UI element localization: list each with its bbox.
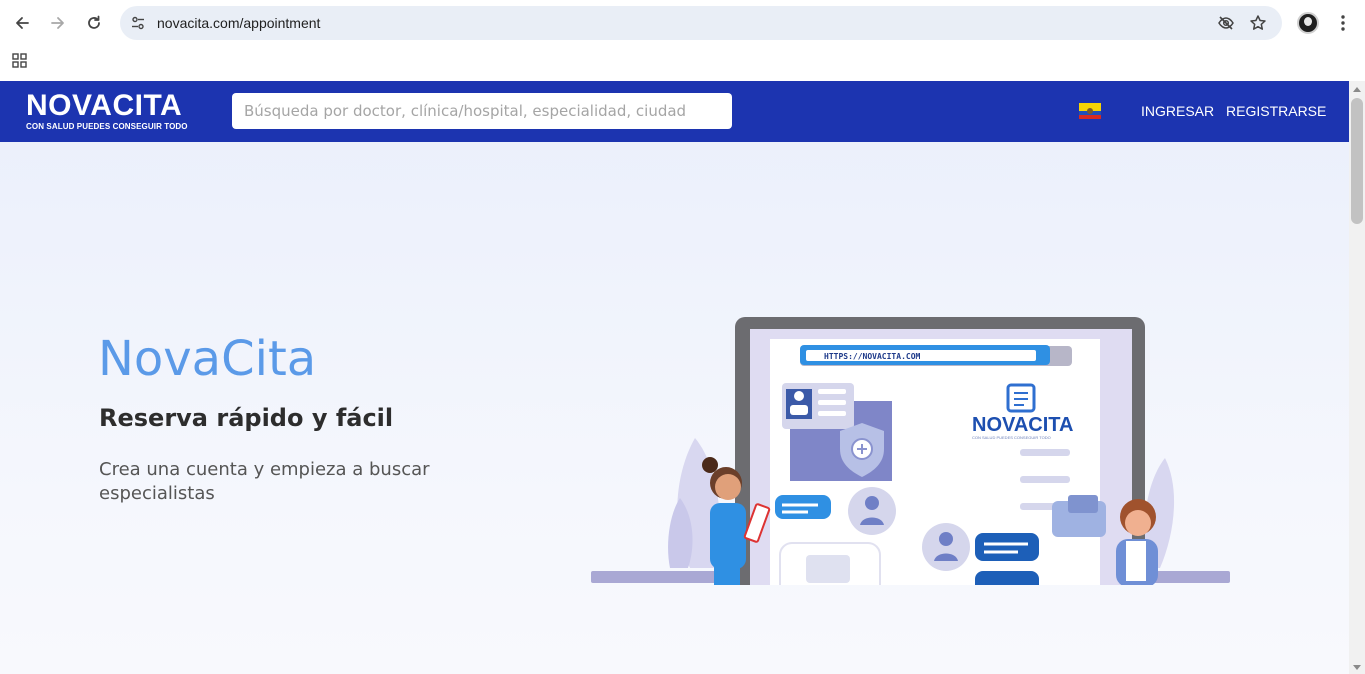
scroll-down-icon[interactable] bbox=[1353, 665, 1361, 670]
illustration-logo-text: NOVACITA bbox=[972, 414, 1073, 436]
site-header: NOVACITA CON SALUD PUEDES CONSEGUIR TODO… bbox=[0, 81, 1349, 142]
logo-wordmark: NOVACITA bbox=[26, 89, 183, 122]
page-scrollbar[interactable] bbox=[1349, 81, 1365, 674]
site-settings-icon[interactable] bbox=[128, 13, 148, 33]
apps-grid-icon[interactable] bbox=[12, 53, 28, 69]
logo-tagline: CON SALUD PUEDES CONSEGUIR TODO bbox=[26, 122, 188, 131]
novacita-logo[interactable]: NOVACITA CON SALUD PUEDES CONSEGUIR TODO bbox=[26, 89, 211, 132]
ecuador-flag-icon[interactable] bbox=[1079, 103, 1101, 119]
hero-subtitle: Reserva rápido y fácil bbox=[99, 404, 394, 432]
scrollbar-thumb[interactable] bbox=[1351, 98, 1363, 224]
browser-toolbar: novacita.com/appointment bbox=[0, 0, 1365, 46]
back-arrow-icon[interactable] bbox=[8, 9, 36, 37]
forward-arrow-icon[interactable] bbox=[44, 9, 72, 37]
login-link[interactable]: INGRESAR bbox=[1141, 103, 1214, 119]
hero-title: NovaCita bbox=[98, 331, 317, 387]
reload-icon[interactable] bbox=[80, 9, 108, 37]
address-bar[interactable]: novacita.com/appointment bbox=[120, 6, 1282, 40]
illustration-logo-tagline: CON SALUD PUEDES CONSEGUIR TODO bbox=[972, 435, 1051, 440]
page-viewport: NOVACITA CON SALUD PUEDES CONSEGUIR TODO… bbox=[0, 81, 1349, 674]
hero-description: Crea una cuenta y empieza a buscar espec… bbox=[99, 459, 430, 504]
register-link[interactable]: REGISTRARSE bbox=[1226, 103, 1326, 119]
bookmarks-bar bbox=[0, 46, 1365, 81]
illustration-url-text: HTTPS://NOVACITA.COM bbox=[824, 352, 921, 361]
scroll-up-icon[interactable] bbox=[1353, 87, 1361, 92]
url-text[interactable]: novacita.com/appointment bbox=[157, 15, 320, 31]
profile-icon[interactable] bbox=[1297, 12, 1319, 34]
eye-off-icon[interactable] bbox=[1216, 13, 1236, 33]
star-icon[interactable] bbox=[1248, 13, 1268, 33]
search-input[interactable] bbox=[232, 93, 732, 129]
more-vert-icon[interactable] bbox=[1333, 11, 1353, 35]
booking-illustration: HTTPS://NOVACITA.COM NOVACITA CON SALUD … bbox=[591, 317, 1230, 585]
